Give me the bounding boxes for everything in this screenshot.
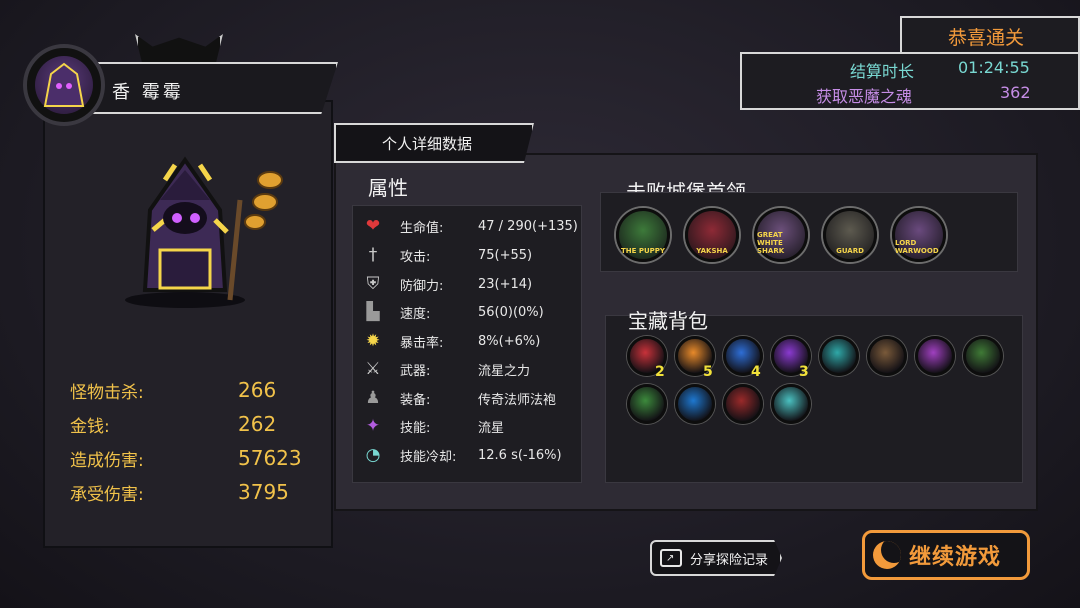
share-icon: ↗: [660, 549, 682, 567]
stat-value-damage-dealt: 57623: [238, 446, 302, 470]
boss-name: LORD WARWOOD: [895, 239, 939, 255]
boss-portrait[interactable]: GREAT WHITE SHARK: [754, 208, 808, 262]
treasure-title: 宝藏背包: [628, 309, 708, 333]
treasure-count: 3: [799, 364, 809, 380]
boss-name: GUARD: [836, 247, 864, 255]
share-record-button[interactable]: ↗ 分享探险记录: [650, 540, 782, 576]
demon-face-icon[interactable]: [915, 336, 955, 376]
tree-spirit-icon[interactable]: [963, 336, 1003, 376]
moon-icon: [873, 541, 901, 569]
attribute-row: ❤ 生命值: 47 / 290(+135): [360, 212, 580, 240]
stat-value-kills: 266: [238, 378, 277, 402]
attribute-value: 12.6 s(-16%): [478, 447, 562, 463]
attribute-label: 技能:: [400, 420, 431, 436]
character-name: 香 霉霉: [112, 82, 184, 103]
attribute-value: 流星之力: [478, 363, 531, 379]
horned-helm-icon[interactable]: [867, 336, 907, 376]
attribute-row: ✦ 技能: 流星: [360, 412, 580, 440]
stat-label-damage-dealt: 造成伤害:: [70, 451, 144, 471]
attribute-row: ♟ 装备: 传奇法师法袍: [360, 384, 580, 412]
boss-name: YAKSHA: [696, 247, 728, 255]
attribute-label: 速度:: [400, 306, 431, 322]
stat-label-damage-taken: 承受伤害:: [70, 485, 144, 505]
green-potion-icon[interactable]: [627, 384, 667, 424]
treasure-count: 4: [751, 364, 761, 380]
attribute-label: 装备:: [400, 392, 431, 408]
attribute-label: 暴击率:: [400, 335, 444, 351]
attributes-title: 属性: [368, 176, 408, 200]
crit-gear-icon: ✹: [365, 331, 381, 351]
stat-label-money: 金钱:: [70, 417, 110, 437]
attribute-value: 传奇法师法袍: [478, 392, 557, 408]
attribute-value: 56(0)(0%): [478, 304, 544, 320]
boss-name: GREAT WHITE SHARK: [757, 231, 785, 255]
robe-icon: ♟: [365, 388, 381, 408]
souls-value: 362: [1000, 83, 1031, 102]
attribute-row: † 攻击: 75(+55): [360, 241, 580, 269]
stat-value-money: 262: [238, 412, 277, 436]
avatar-portrait: [35, 56, 93, 114]
attribute-label: 生命值:: [400, 220, 444, 236]
duration-label: 结算时长: [850, 62, 915, 81]
tab-personal-details-label: 个人详细数据: [382, 135, 473, 153]
stat-value-damage-taken: 3795: [238, 480, 289, 504]
lightning-icon[interactable]: [771, 384, 811, 424]
skill-icon: ✦: [365, 416, 381, 436]
sword-icon: †: [368, 245, 378, 265]
blue-eye-icon[interactable]: [675, 384, 715, 424]
continue-game-button[interactable]: 继续游戏: [862, 530, 1030, 580]
attribute-value: 75(+55): [478, 247, 533, 263]
continue-game-label: 继续游戏: [909, 545, 1002, 570]
red-mask-icon[interactable]: [723, 384, 763, 424]
attribute-value: 8%(+6%): [478, 333, 541, 349]
weapon-icon: ⚔: [365, 359, 381, 379]
boss-portrait[interactable]: THE PUPPY: [616, 208, 670, 262]
boss-portrait[interactable]: LORD WARWOOD: [892, 208, 946, 262]
duration-value: 01:24:55: [958, 58, 1030, 77]
boss-portrait[interactable]: YAKSHA: [685, 208, 739, 262]
cooldown-icon: ◔: [365, 445, 381, 465]
congrats-title: 恭喜通关: [948, 27, 1025, 49]
attribute-row: ✹ 暴击率: 8%(+6%): [360, 327, 580, 355]
attribute-value: 流星: [478, 420, 505, 436]
stat-label-kills: 怪物击杀:: [70, 383, 144, 403]
souls-label: 获取恶魔之魂: [816, 87, 913, 106]
treasure-list: [605, 315, 1023, 483]
boot-icon: ▙: [366, 302, 380, 322]
treasure-count: 2: [655, 364, 665, 380]
attribute-label: 武器:: [400, 363, 431, 379]
attribute-label: 防御力:: [400, 278, 444, 294]
shield-icon: ⛨: [366, 274, 380, 294]
attribute-row: ⚔ 武器: 流星之力: [360, 355, 580, 383]
character-sprite: [105, 140, 295, 310]
frost-hammer-icon[interactable]: [819, 336, 859, 376]
boss-name: THE PUPPY: [621, 247, 665, 255]
share-record-label: 分享探险记录: [690, 552, 769, 568]
attribute-value: 47 / 290(+135): [478, 218, 578, 234]
attribute-label: 技能冷却:: [400, 449, 457, 465]
attribute-row: ◔ 技能冷却: 12.6 s(-16%): [360, 441, 580, 469]
heart-icon: ❤: [365, 216, 381, 236]
attribute-label: 攻击:: [400, 249, 431, 265]
treasure-count: 5: [703, 364, 713, 380]
boss-portrait[interactable]: GUARD: [823, 208, 877, 262]
attribute-row: ⛨ 防御力: 23(+14): [360, 270, 580, 298]
attribute-row: ▙ 速度: 56(0)(0%): [360, 298, 580, 326]
attribute-value: 23(+14): [478, 276, 533, 292]
